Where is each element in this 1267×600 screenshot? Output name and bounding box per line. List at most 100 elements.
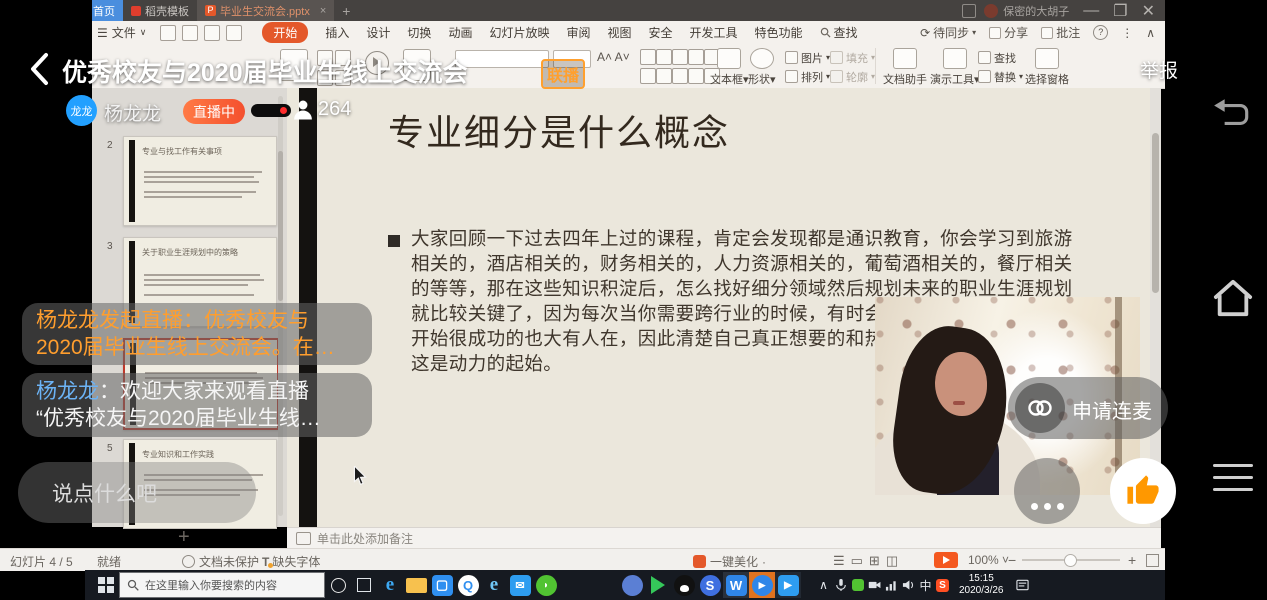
ribbon-tab-features[interactable]: 特色功能 bbox=[755, 24, 803, 41]
taskbar-app[interactable] bbox=[619, 572, 645, 598]
restore-button[interactable]: ❐ bbox=[1113, 1, 1127, 21]
file-menu[interactable]: ☰ 文件∨ bbox=[97, 24, 146, 41]
tray-sogou-ime-icon[interactable]: S bbox=[934, 572, 951, 598]
zoom-slider-knob[interactable] bbox=[1064, 554, 1077, 567]
align-center-icon[interactable] bbox=[656, 68, 672, 84]
present-tools-button[interactable]: 演示工具▾ bbox=[930, 48, 980, 87]
taskbar-store[interactable]: ▢ bbox=[429, 572, 455, 598]
ribbon-tab-devtools[interactable]: 开发工具 bbox=[690, 24, 738, 41]
apps-grid-icon[interactable] bbox=[962, 4, 976, 18]
tab-docer[interactable]: 稻壳模板 bbox=[123, 0, 197, 21]
sync-button[interactable]: ⟳待同步▾ bbox=[920, 24, 976, 41]
minimize-button[interactable]: — bbox=[1083, 2, 1099, 20]
align-left-icon[interactable] bbox=[640, 68, 656, 84]
ribbon-tab-insert[interactable]: 插入 bbox=[325, 24, 349, 41]
chat-username[interactable]: 杨龙龙 bbox=[36, 380, 99, 403]
start-button[interactable] bbox=[93, 572, 119, 598]
ribbon-tab-view[interactable]: 视图 bbox=[607, 24, 631, 41]
replace-button[interactable]: 替换▾ bbox=[978, 67, 1023, 86]
tray-camera-icon[interactable] bbox=[866, 572, 883, 598]
tray-wechat-icon[interactable] bbox=[849, 572, 866, 598]
taskbar-wps-active[interactable]: W bbox=[723, 572, 749, 598]
help-icon[interactable]: ? bbox=[1093, 25, 1108, 40]
indent-more-icon[interactable] bbox=[688, 49, 704, 65]
taskbar-search-box[interactable]: 在这里输入你要搜索的内容 bbox=[119, 572, 325, 598]
zoom-in-button[interactable]: + bbox=[1128, 552, 1136, 568]
selection-pane-button[interactable]: 选择窗格 bbox=[1025, 48, 1069, 87]
taskbar-video2-active[interactable]: ▶ bbox=[775, 572, 801, 598]
slideshow-play-button[interactable] bbox=[934, 552, 958, 568]
view-mode-buttons[interactable]: ☰▭⊞◫ bbox=[833, 553, 904, 569]
taskbar-qq[interactable] bbox=[671, 572, 697, 598]
taskbar-video-app[interactable] bbox=[645, 572, 671, 598]
missing-fonts-indicator[interactable]: T 缺失字体 bbox=[262, 553, 320, 570]
slide-thumbnail-2[interactable]: 专业与找工作有关事项 bbox=[123, 136, 277, 226]
fill-button[interactable]: 填充▾ bbox=[830, 48, 875, 67]
ribbon-tab-home[interactable]: 开始 bbox=[262, 22, 308, 43]
ribbon-tab-slideshow[interactable]: 幻灯片放映 bbox=[489, 24, 549, 41]
close-button[interactable]: ✕ bbox=[1142, 1, 1155, 21]
tray-network-icon[interactable] bbox=[883, 572, 900, 598]
font-family-combo[interactable] bbox=[455, 50, 549, 68]
account-name[interactable]: 保密的大胡子 bbox=[1003, 3, 1069, 19]
account-avatar[interactable] bbox=[984, 4, 998, 18]
arrange-button[interactable]: 排列▾ bbox=[785, 67, 830, 86]
new-tab-button[interactable]: + bbox=[334, 0, 358, 21]
textbox-button[interactable]: 文本框▾ bbox=[710, 48, 749, 87]
doc-assistant-button[interactable]: 文档助手 bbox=[883, 48, 927, 87]
notes-bar[interactable]: 单击此处添加备注 bbox=[287, 527, 1161, 548]
share-button[interactable]: 分享 bbox=[989, 24, 1028, 41]
taskbar-ie[interactable]: e bbox=[481, 572, 507, 598]
zoom-slider[interactable] bbox=[1022, 559, 1120, 561]
taskbar-sogou-browser[interactable]: S bbox=[697, 572, 723, 598]
undo-icon[interactable] bbox=[204, 25, 220, 41]
zoom-out-button[interactable]: − bbox=[1008, 552, 1016, 568]
find-button[interactable]: 查找 bbox=[978, 48, 1023, 67]
cortana-button[interactable] bbox=[325, 572, 351, 598]
taskbar-edge[interactable]: e bbox=[377, 572, 403, 598]
notification-center-icon[interactable] bbox=[1014, 572, 1031, 598]
streamer-avatar[interactable]: 龙龙 bbox=[66, 95, 97, 126]
justify-icon[interactable] bbox=[688, 68, 704, 84]
align-right-icon[interactable] bbox=[672, 68, 688, 84]
menu-button[interactable] bbox=[1213, 464, 1253, 491]
indent-less-icon[interactable] bbox=[672, 49, 688, 65]
ribbon-tab-transition[interactable]: 切换 bbox=[407, 24, 431, 41]
tray-expand-icon[interactable]: ∧ bbox=[815, 572, 832, 598]
ribbon-tab-animation[interactable]: 动画 bbox=[448, 24, 472, 41]
task-view-button[interactable] bbox=[351, 572, 377, 598]
taskbar-clock[interactable]: 15:152020/3/26 bbox=[959, 573, 1004, 597]
collapse-ribbon-icon[interactable]: ∧ bbox=[1146, 26, 1155, 40]
ribbon-tab-design[interactable]: 设计 bbox=[366, 24, 390, 41]
shape-button[interactable]: 形状▾ bbox=[748, 48, 776, 87]
more-options-icon[interactable]: ⋮ bbox=[1121, 26, 1133, 40]
comment-button[interactable]: 批注 bbox=[1041, 24, 1080, 41]
save-icon[interactable] bbox=[160, 25, 176, 41]
print-icon[interactable] bbox=[182, 25, 198, 41]
more-button[interactable] bbox=[1014, 458, 1080, 524]
mic-request-button[interactable]: 申请连麦 bbox=[1008, 377, 1168, 439]
beautify-button[interactable]: 一键美化· bbox=[693, 553, 766, 570]
tray-ime-indicator[interactable]: 中 bbox=[917, 572, 934, 598]
taskbar-wechat[interactable]: ◗ bbox=[533, 572, 559, 598]
tab-document[interactable]: P 毕业生交流会.pptx × bbox=[197, 0, 334, 21]
bullets-icon[interactable] bbox=[640, 49, 656, 65]
numbering-icon[interactable] bbox=[656, 49, 672, 65]
comment-input[interactable]: 说点什么吧 bbox=[18, 462, 256, 523]
taskbar-explorer[interactable] bbox=[403, 572, 429, 598]
home-button[interactable] bbox=[1210, 278, 1256, 318]
tray-volume-icon[interactable] bbox=[900, 572, 917, 598]
font-grow-shrink[interactable]: A˄ A˅ bbox=[597, 50, 630, 64]
like-button[interactable] bbox=[1110, 458, 1176, 524]
protection-indicator[interactable]: 文档未保护 bbox=[182, 553, 259, 570]
redo-icon[interactable] bbox=[226, 25, 242, 41]
report-button[interactable]: 举报 bbox=[1140, 56, 1178, 83]
taskbar-stream-app-alert[interactable]: ▸ bbox=[749, 572, 775, 598]
taskbar-quark[interactable]: Q bbox=[455, 572, 481, 598]
add-slide-button[interactable]: + bbox=[178, 526, 190, 549]
ribbon-tab-security[interactable]: 安全 bbox=[649, 24, 673, 41]
outline-button[interactable]: 轮廓▾ bbox=[830, 67, 875, 86]
fullscreen-icon[interactable] bbox=[1146, 554, 1159, 567]
tray-mic-icon[interactable] bbox=[832, 572, 849, 598]
rotate-return-icon[interactable] bbox=[1211, 96, 1253, 134]
